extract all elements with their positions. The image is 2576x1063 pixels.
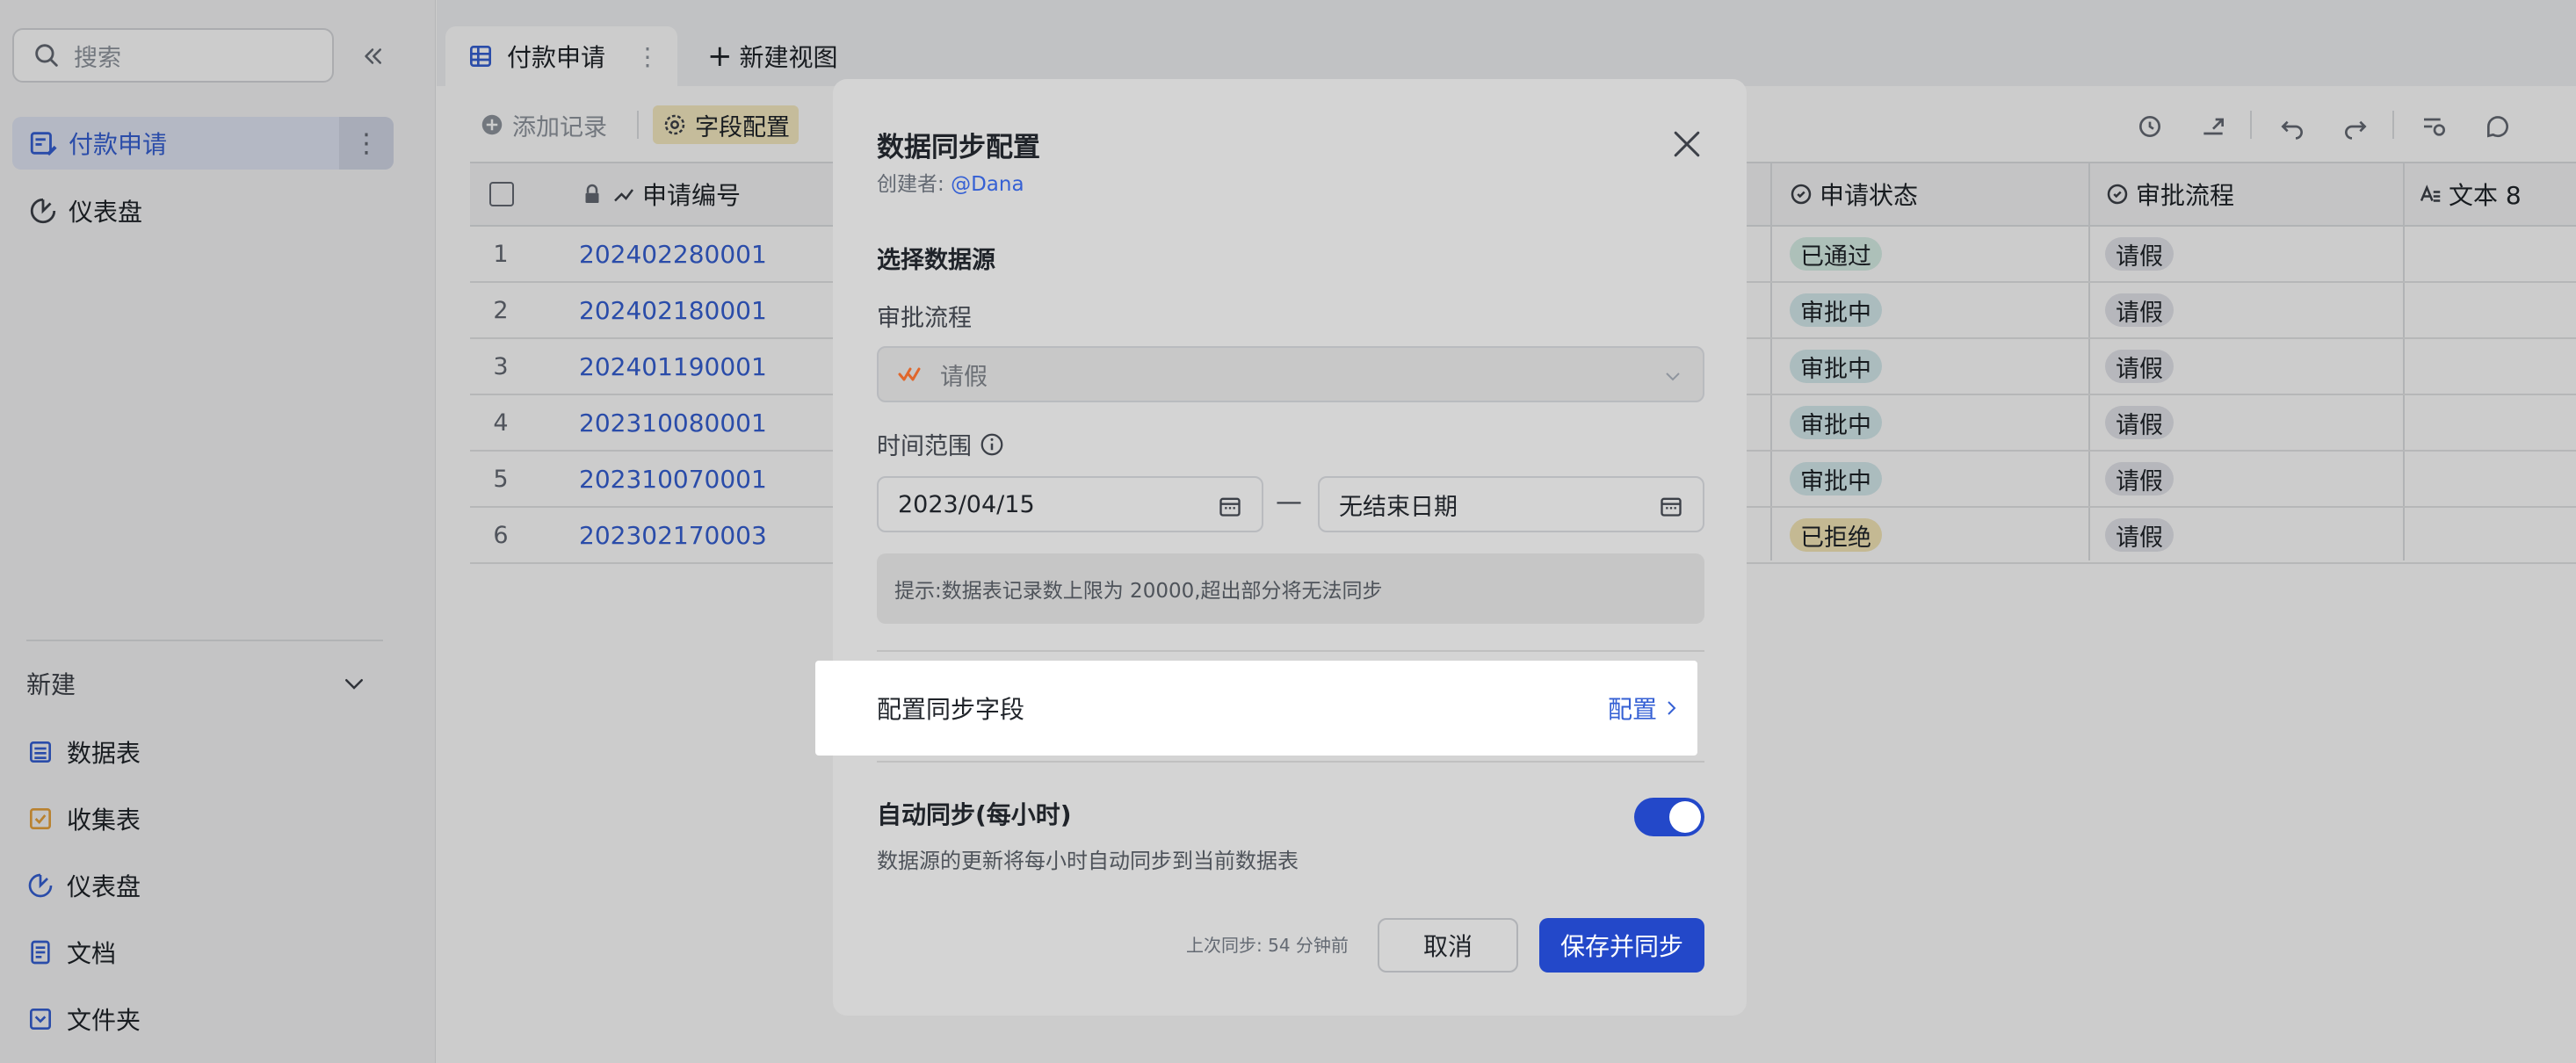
creator-mention[interactable]: @Dana bbox=[951, 173, 1024, 196]
record-limit-hint: 提示:数据表记录数上限为 20000,超出部分将无法同步 bbox=[877, 553, 1704, 624]
calendar-icon bbox=[1661, 497, 1682, 517]
approval-app-icon bbox=[898, 367, 921, 381]
sync-fields-label: 配置同步字段 bbox=[877, 695, 1025, 724]
start-date-value: 2023/04/15 bbox=[898, 490, 1035, 518]
auto-sync-toggle[interactable] bbox=[1634, 798, 1704, 836]
configure-fields-link[interactable]: 配置 bbox=[1608, 691, 1682, 726]
flow-select-value: 请假 bbox=[940, 363, 988, 391]
dialog-title: 数据同步配置 bbox=[877, 132, 1040, 163]
toggle-knob bbox=[1669, 801, 1701, 833]
start-date-picker[interactable]: 2023/04/15 bbox=[877, 476, 1263, 532]
time-range-label: 时间范围 bbox=[877, 427, 1005, 461]
close-button[interactable] bbox=[1668, 125, 1706, 163]
auto-sync-description: 数据源的更新将每小时自动同步到当前数据表 bbox=[877, 849, 1299, 873]
close-icon bbox=[1674, 131, 1700, 157]
flow-select[interactable]: 请假 bbox=[877, 346, 1704, 402]
sync-fields-row[interactable]: 配置同步字段 配置 bbox=[815, 661, 1697, 756]
chevron-right-icon bbox=[1668, 701, 1676, 715]
end-date-value: 无结束日期 bbox=[1339, 493, 1458, 521]
flow-label: 审批流程 bbox=[877, 305, 972, 332]
date-separator: — bbox=[1276, 487, 1302, 517]
section-title: 选择数据源 bbox=[877, 247, 995, 274]
divider bbox=[877, 761, 1704, 763]
end-date-picker[interactable]: 无结束日期 bbox=[1318, 476, 1704, 532]
auto-sync-title: 自动同步(每小时) bbox=[877, 800, 1072, 829]
creator-label: 创建者: bbox=[877, 173, 944, 196]
calendar-icon bbox=[1219, 497, 1241, 517]
creator-info: 创建者: @Dana bbox=[877, 167, 1024, 197]
last-sync-time: 上次同步: 54 分钟前 bbox=[1186, 935, 1349, 956]
cancel-button[interactable]: 取消 bbox=[1378, 918, 1518, 973]
chevron-down-icon bbox=[1666, 372, 1680, 381]
info-icon[interactable] bbox=[979, 431, 1005, 458]
divider bbox=[877, 650, 1704, 652]
data-sync-config-dialog: 数据同步配置 创建者: @Dana 选择数据源 审批流程 请假 时间范围 202… bbox=[815, 79, 1747, 1016]
save-and-sync-button[interactable]: 保存并同步 bbox=[1539, 918, 1704, 973]
